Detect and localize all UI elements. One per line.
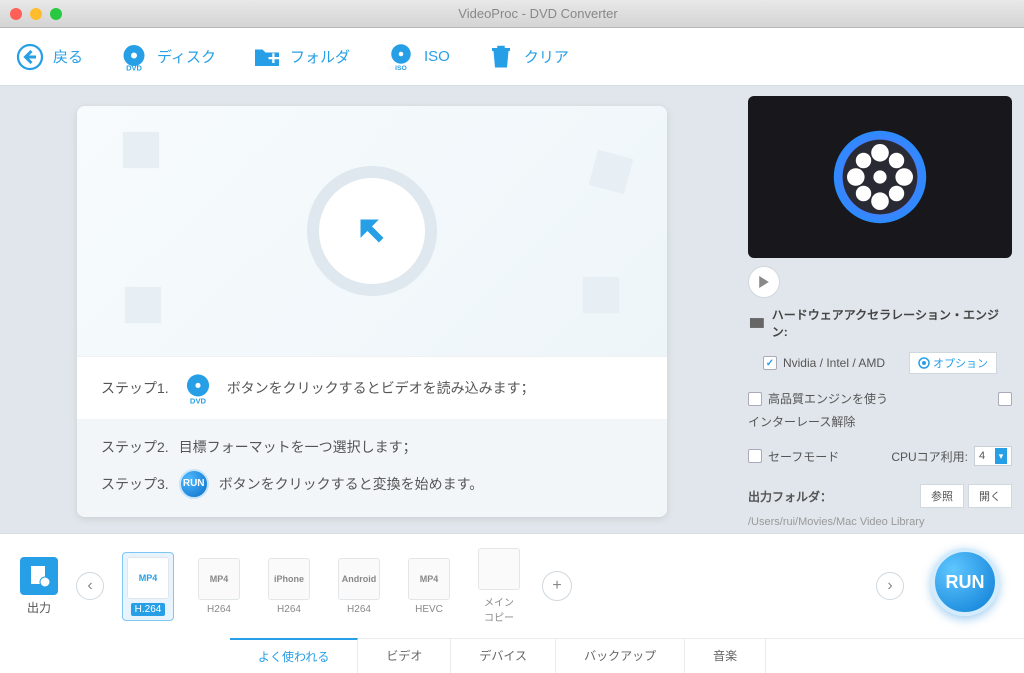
chevron-down-icon: ▾	[995, 448, 1007, 464]
format-item-5[interactable]: メイン コピー	[474, 544, 524, 628]
hq-label: 高品質エンジンを使う	[768, 390, 888, 407]
plus-icon: +	[552, 577, 561, 595]
dvd-icon: DVD	[119, 42, 149, 72]
instruction-card: ステップ1. DVD ボタンをクリックするとビデオを読み込みます； ステップ2.…	[77, 106, 667, 517]
output-label: 出力	[27, 599, 51, 616]
format-item-1[interactable]: MP4H264	[194, 554, 244, 619]
next-format-button[interactable]: ›	[876, 572, 904, 600]
tab-4[interactable]: 音楽	[685, 639, 766, 673]
cpu-core-select[interactable]: 4▾	[974, 446, 1012, 466]
format-item-2[interactable]: iPhoneH264	[264, 554, 314, 619]
add-format-button[interactable]: +	[542, 571, 572, 601]
gear-icon	[918, 357, 930, 369]
play-icon	[758, 276, 770, 288]
preview-pane	[748, 96, 1012, 258]
format-item-4[interactable]: MP4HEVC	[404, 554, 454, 619]
output-folder-label: 出力フォルダ：	[748, 488, 832, 505]
window-title: VideoProc - DVD Converter	[62, 6, 1014, 21]
side-panel: ハードウェアアクセラレーション・エンジン: Nvidia / Intel / A…	[744, 86, 1024, 536]
safemode-checkbox[interactable]	[748, 449, 762, 463]
run-button[interactable]: RUN	[931, 548, 999, 616]
minimize-icon[interactable]	[30, 8, 42, 20]
tab-3[interactable]: バックアップ	[556, 639, 685, 673]
maximize-icon[interactable]	[50, 8, 62, 20]
output-path: /Users/rui/Movies/Mac Video Library	[748, 516, 1012, 528]
options-button[interactable]: オプション	[909, 352, 997, 374]
deinterlace-label: インターレース解除	[748, 413, 855, 430]
step3-text: ボタンをクリックすると変換を始めます。	[219, 474, 484, 494]
steps-2-3: ステップ2. 目標フォーマットを一つ選択します； ステップ3. RUN ボタンを…	[77, 419, 667, 517]
window-controls	[10, 8, 62, 20]
tab-2[interactable]: デバイス	[451, 639, 556, 673]
step-1: ステップ1. DVD ボタンをクリックするとビデオを読み込みます；	[77, 356, 667, 419]
cpu-label: CPUコア利用:	[891, 448, 968, 465]
load-dropzone[interactable]	[307, 166, 437, 296]
toolbar: 戻る DVD ディスク フォルダ ISO ISO クリア	[0, 28, 1024, 86]
clear-button[interactable]: クリア	[486, 42, 569, 72]
chip-icon	[748, 316, 766, 330]
disc-button[interactable]: DVD ディスク	[119, 42, 216, 72]
disc-label: ディスク	[157, 46, 216, 67]
step2-label: ステップ2.	[101, 437, 169, 457]
bottom-bar: 出力 ‹ MP4H.264 MP4H264 iPhoneH264 AndroidH26…	[0, 533, 1024, 673]
open-button[interactable]: 開く	[968, 484, 1012, 508]
back-label: 戻る	[53, 46, 83, 67]
tab-0[interactable]: よく使われる	[230, 638, 358, 673]
deinterlace-checkbox[interactable]	[998, 392, 1012, 406]
clear-label: クリア	[524, 46, 569, 67]
folder-icon	[252, 42, 282, 72]
engine-title: ハードウェアアクセラレーション・エンジン:	[748, 306, 1012, 340]
document-gear-icon	[20, 557, 58, 595]
browse-button[interactable]: 参照	[920, 484, 964, 508]
svg-text:DVD: DVD	[190, 396, 207, 405]
back-button[interactable]: 戻る	[15, 42, 83, 72]
step2-text: 目標フォーマットを一つ選択します；	[179, 437, 417, 457]
iso-icon: ISO	[386, 42, 416, 72]
titlebar: VideoProc - DVD Converter	[0, 0, 1024, 28]
run-icon: RUN	[179, 469, 209, 499]
format-item-3[interactable]: AndroidH264	[334, 554, 384, 619]
card-hero	[77, 106, 667, 356]
logo-icon	[825, 122, 935, 232]
folder-label: フォルダ	[290, 46, 350, 67]
prev-format-button[interactable]: ‹	[76, 572, 104, 600]
trash-icon	[486, 42, 516, 72]
safemode-label: セーフモード	[768, 448, 839, 465]
step3-label: ステップ3.	[101, 474, 169, 494]
gpu-checkbox[interactable]	[763, 356, 777, 370]
svg-text:ISO: ISO	[395, 64, 407, 71]
iso-button[interactable]: ISO ISO	[386, 42, 450, 72]
step-3: ステップ3. RUN ボタンをクリックすると変換を始めます。	[101, 463, 643, 505]
output-settings-button[interactable]: 出力	[20, 557, 58, 616]
chevron-right-icon: ›	[887, 577, 892, 595]
arrow-upleft-icon	[349, 208, 395, 254]
close-icon[interactable]	[10, 8, 22, 20]
dvd-icon: DVD	[181, 371, 215, 405]
iso-label: ISO	[424, 48, 450, 65]
back-icon	[15, 42, 45, 72]
tab-1[interactable]: ビデオ	[358, 639, 451, 673]
svg-text:DVD: DVD	[126, 63, 142, 72]
drop-area: ステップ1. DVD ボタンをクリックするとビデオを読み込みます； ステップ2.…	[0, 86, 744, 536]
chevron-left-icon: ‹	[87, 577, 92, 595]
hq-checkbox[interactable]	[748, 392, 762, 406]
step1-label: ステップ1.	[101, 378, 169, 398]
step1-text: ボタンをクリックするとビデオを読み込みます；	[227, 378, 535, 398]
format-item-0[interactable]: MP4H.264	[122, 552, 174, 621]
format-tabs: よく使われるビデオデバイスバックアップ音楽	[230, 638, 1024, 673]
folder-button[interactable]: フォルダ	[252, 42, 350, 72]
gpu-label: Nvidia / Intel / AMD	[783, 356, 885, 370]
step-2: ステップ2. 目標フォーマットを一つ選択します；	[101, 431, 643, 463]
play-button[interactable]	[748, 266, 780, 298]
